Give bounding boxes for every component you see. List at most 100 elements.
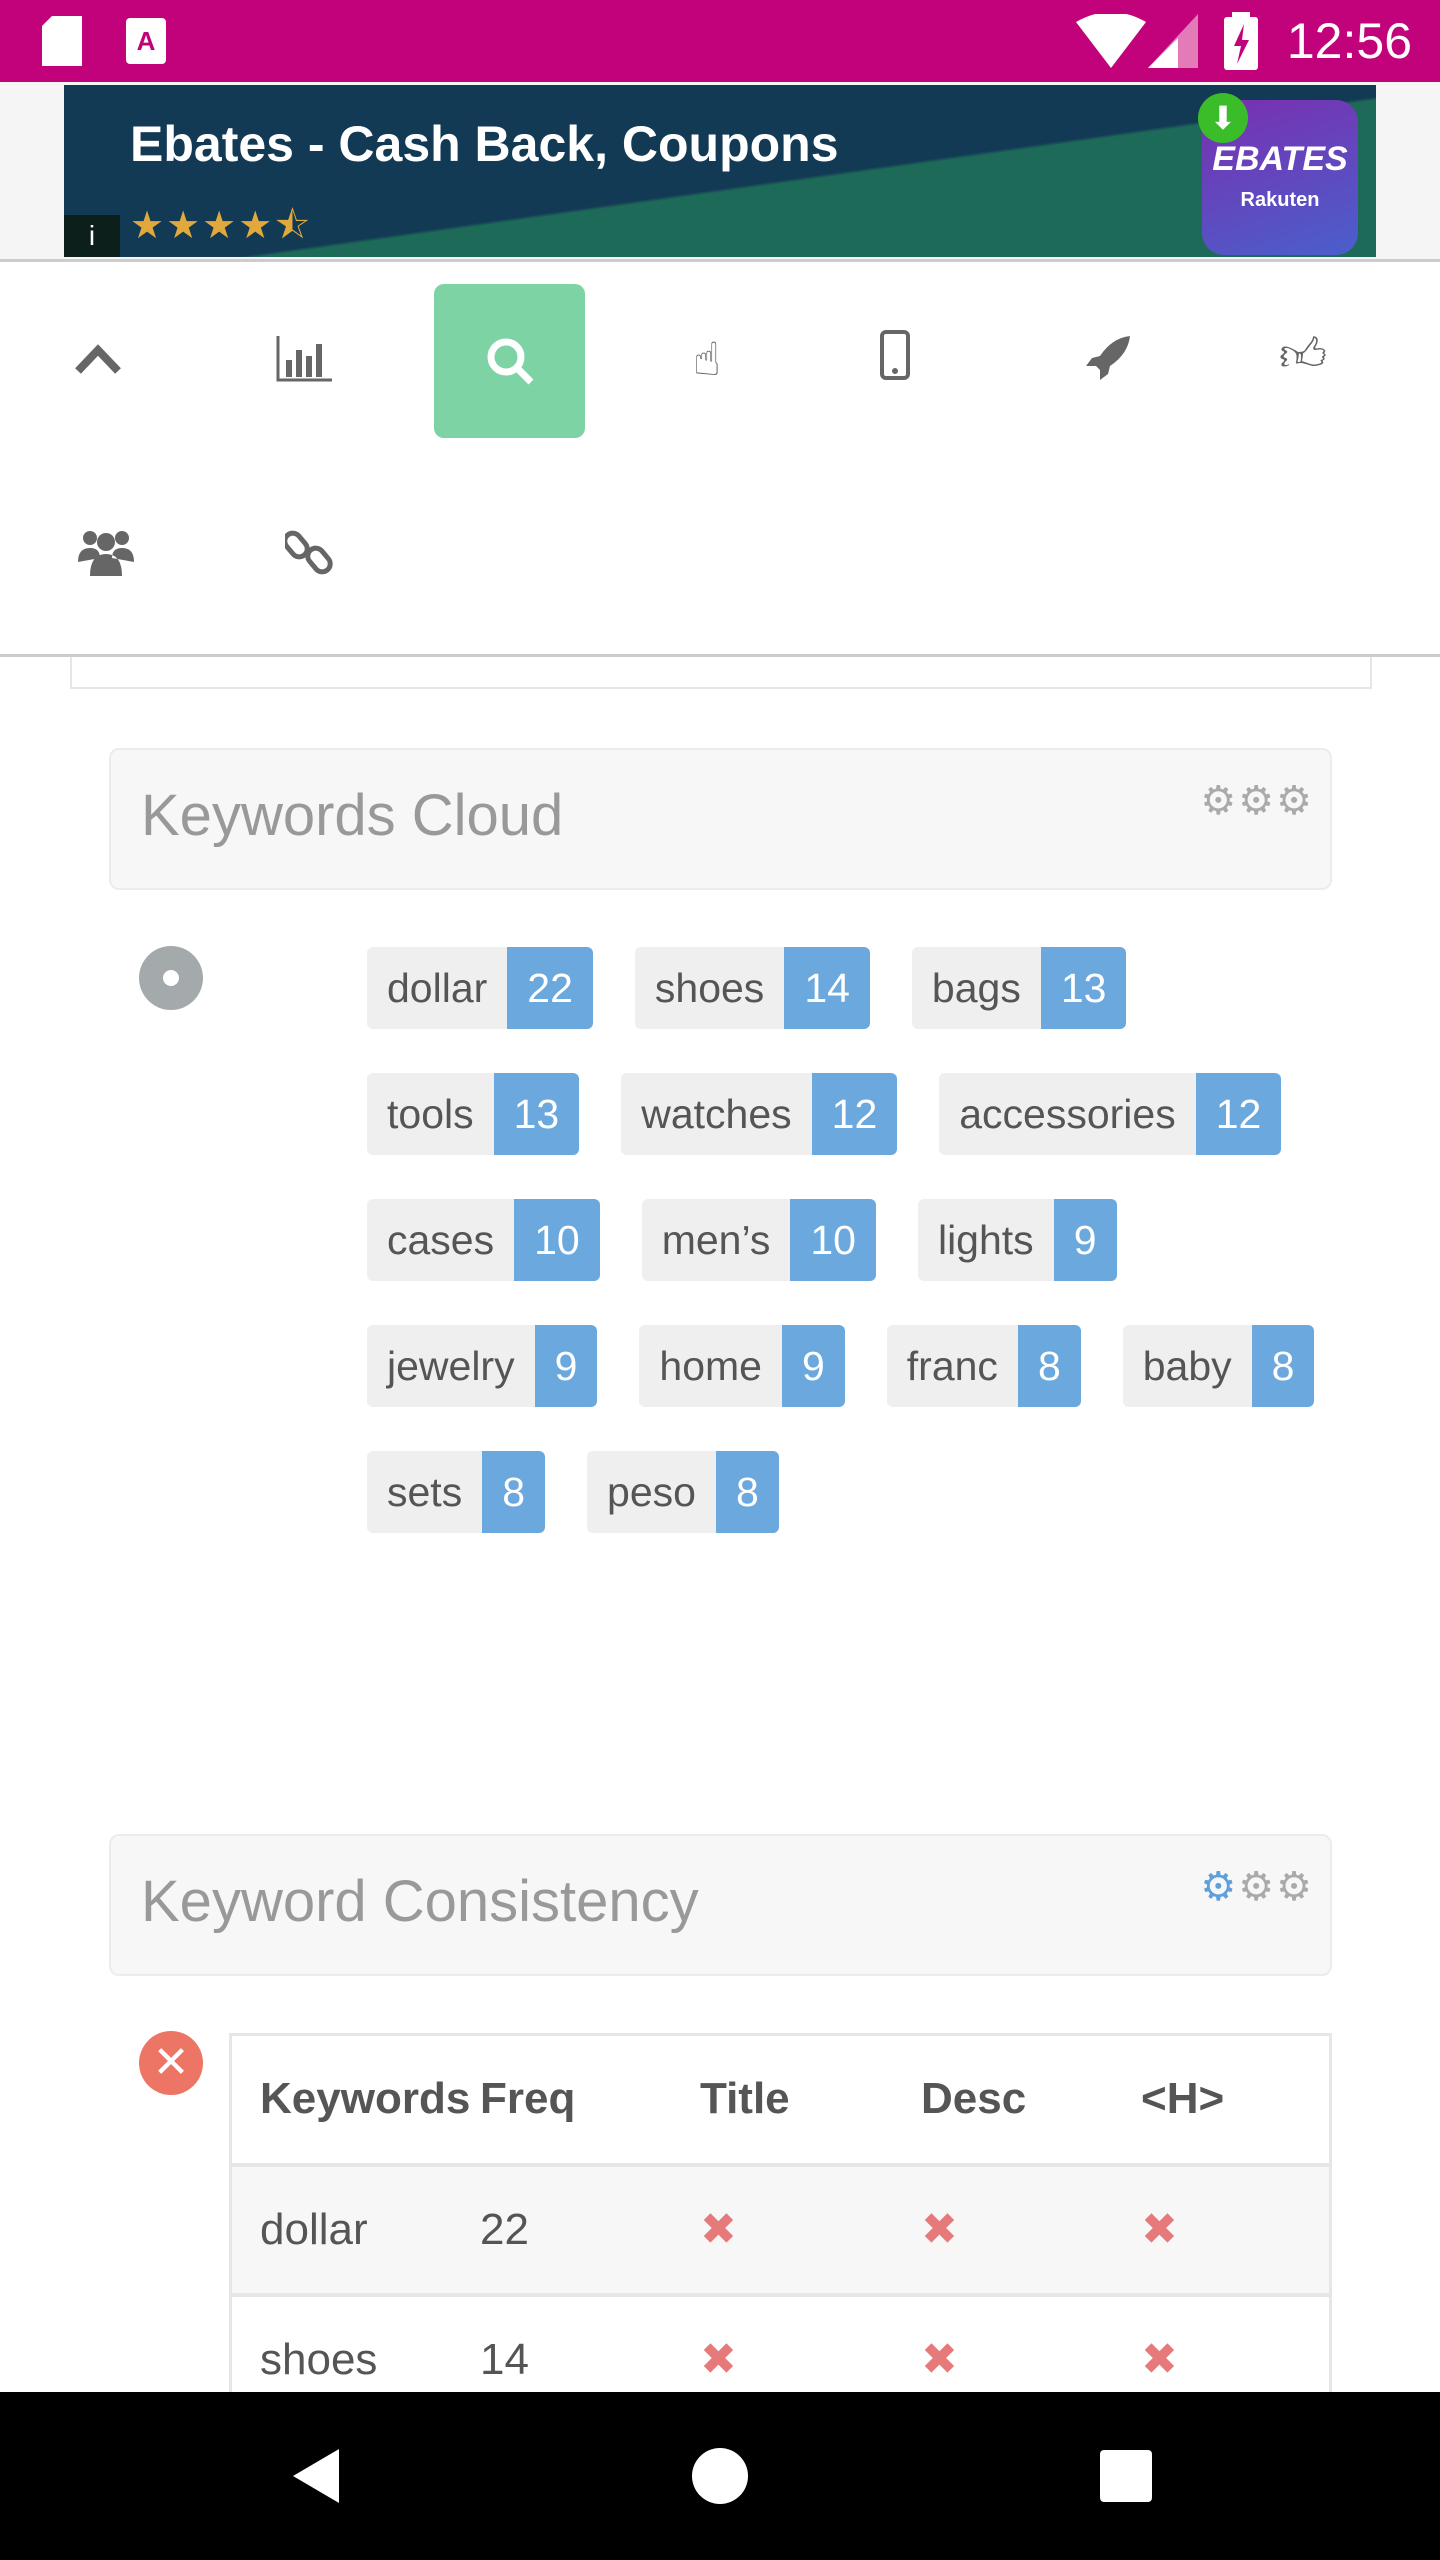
keyword-tag: sets 8: [367, 1451, 546, 1533]
keyword-tag: baby 8: [1122, 1325, 1315, 1407]
tag-word: jewelry: [367, 1325, 535, 1407]
tag-word: cases: [367, 1199, 515, 1281]
tag-word: home: [639, 1325, 782, 1407]
gear-icon: ⚙: [1238, 779, 1277, 823]
a-app-icon: A: [126, 18, 166, 64]
cross-icon: ✖: [1141, 2205, 1178, 2254]
info-status-icon: [139, 946, 203, 1010]
header-title: Title: [700, 2074, 790, 2123]
tag-word: peso: [587, 1451, 716, 1533]
tag-count: 9: [781, 1325, 845, 1407]
keyword-tag: shoes 14: [634, 947, 870, 1029]
link-icon[interactable]: [260, 502, 360, 602]
keyword-tag-cloud: dollar 22 shoes 14 bags 13 tools 13 watches 12 acc…: [367, 947, 1332, 1533]
tag-count: 10: [790, 1199, 876, 1281]
keyword-tag: bags 13: [911, 947, 1127, 1029]
header-freq: Freq: [480, 2074, 576, 2123]
recents-icon[interactable]: [1100, 2450, 1152, 2502]
tag-word: sets: [367, 1451, 483, 1533]
gear-icon: ⚙: [1238, 1865, 1277, 1909]
keywords-cloud-panel: Keywords Cloud ⚙⚙⚙: [109, 748, 1332, 890]
keyword-tag: peso 8: [587, 1451, 779, 1533]
difficulty-gears: ⚙⚙⚙: [1200, 778, 1314, 824]
clock: 12:56: [1286, 13, 1412, 69]
download-icon: ⬇: [1198, 93, 1248, 143]
tag-count: 13: [1040, 947, 1127, 1029]
battery-charging-icon: [1224, 12, 1258, 70]
difficulty-gears: ⚙⚙⚙: [1200, 1864, 1314, 1910]
tag-word: baby: [1122, 1325, 1252, 1407]
thumbs-up-icon[interactable]: 👍︎: [1253, 305, 1353, 405]
keyword-tag: franc 8: [886, 1325, 1081, 1407]
tag-count: 9: [1053, 1199, 1117, 1281]
cell-keyword: dollar: [260, 2205, 368, 2254]
home-icon[interactable]: [691, 2447, 749, 2505]
keyword-tag: dollar 22: [367, 947, 593, 1029]
cell-freq: 22: [480, 2205, 529, 2254]
header-h: <H>: [1141, 2074, 1225, 2123]
mobile-phone-icon[interactable]: [845, 305, 945, 405]
panel-title: Keywords Cloud: [141, 783, 564, 848]
tag-word: shoes: [634, 947, 785, 1029]
ad-title: Ebates - Cash Back, Coupons: [130, 116, 839, 172]
table-header: Keywords Freq Title Desc <H>: [232, 2036, 1329, 2167]
tag-count: 12: [811, 1073, 898, 1155]
gear-icon: ⚙: [1276, 779, 1314, 823]
keyword-tag: men’s 10: [641, 1199, 876, 1281]
back-icon[interactable]: [291, 2447, 341, 2505]
keyword-consistency-table: Keywords Freq Title Desc <H> dollar 22 ✖ ✖ ✖…: [229, 2033, 1332, 2427]
error-status-icon: ✕: [139, 2031, 203, 2095]
tag-count: 8: [715, 1451, 779, 1533]
keyword-tag: watches 12: [621, 1073, 898, 1155]
ad-info-icon[interactable]: i: [64, 215, 120, 257]
keyword-tag: home 9: [639, 1325, 845, 1407]
gear-icon: ⚙: [1200, 779, 1239, 823]
tag-count: 22: [507, 947, 593, 1029]
tag-count: 8: [482, 1451, 546, 1533]
search-tab-button[interactable]: [434, 284, 585, 438]
content-box-edge: [70, 657, 1372, 689]
chevron-up-icon[interactable]: [48, 309, 148, 409]
ad-banner-container: Ebates - Cash Back, Coupons ★★★★⯪ i EBAT…: [0, 82, 1440, 262]
table-row: dollar 22 ✖ ✖ ✖: [232, 2167, 1329, 2297]
tag-count: 14: [784, 947, 870, 1029]
keyword-tag: tools 13: [367, 1073, 580, 1155]
ad-banner[interactable]: Ebates - Cash Back, Coupons ★★★★⯪ i EBAT…: [64, 85, 1376, 257]
rocket-icon[interactable]: [1057, 309, 1157, 409]
tag-word: men’s: [641, 1199, 791, 1281]
cross-icon: ✖: [921, 2205, 958, 2254]
system-navigation-bar: [0, 2392, 1440, 2560]
svg-text:A: A: [137, 26, 156, 56]
gear-icon: ⚙: [1200, 1865, 1239, 1909]
signal-icon: [1148, 14, 1198, 68]
keyword-consistency-panel: Keyword Consistency ⚙⚙⚙: [109, 1834, 1332, 1976]
status-bar: A 12:56: [0, 0, 1440, 82]
tag-word: accessories: [939, 1073, 1196, 1155]
search-icon: [487, 338, 533, 385]
tag-count: 13: [493, 1073, 580, 1155]
tag-word: dollar: [367, 947, 508, 1029]
keyword-tag: cases 10: [367, 1199, 600, 1281]
tag-word: lights: [917, 1199, 1054, 1281]
tag-count: 8: [1251, 1325, 1315, 1407]
bar-chart-icon[interactable]: [254, 309, 354, 409]
tag-word: watches: [621, 1073, 812, 1155]
users-icon[interactable]: [56, 502, 156, 602]
gear-icon: ⚙: [1276, 1865, 1314, 1909]
tag-count: 9: [534, 1325, 598, 1407]
keyword-tag: accessories 12: [939, 1073, 1282, 1155]
tag-count: 8: [1017, 1325, 1081, 1407]
keyword-tag: lights 9: [917, 1199, 1117, 1281]
sd-card-icon: [42, 16, 82, 66]
tag-count: 10: [514, 1199, 600, 1281]
tag-count: 12: [1195, 1073, 1282, 1155]
ad-rating-stars: ★★★★⯪: [130, 205, 313, 247]
tag-word: tools: [367, 1073, 494, 1155]
pointer-hand-icon[interactable]: ☝: [657, 309, 757, 409]
header-keywords: Keywords: [260, 2074, 471, 2123]
tag-word: bags: [911, 947, 1041, 1029]
cross-icon: ✖: [700, 2205, 737, 2254]
tag-word: franc: [886, 1325, 1018, 1407]
panel-title: Keyword Consistency: [141, 1869, 699, 1934]
header-desc: Desc: [921, 2074, 1027, 2123]
